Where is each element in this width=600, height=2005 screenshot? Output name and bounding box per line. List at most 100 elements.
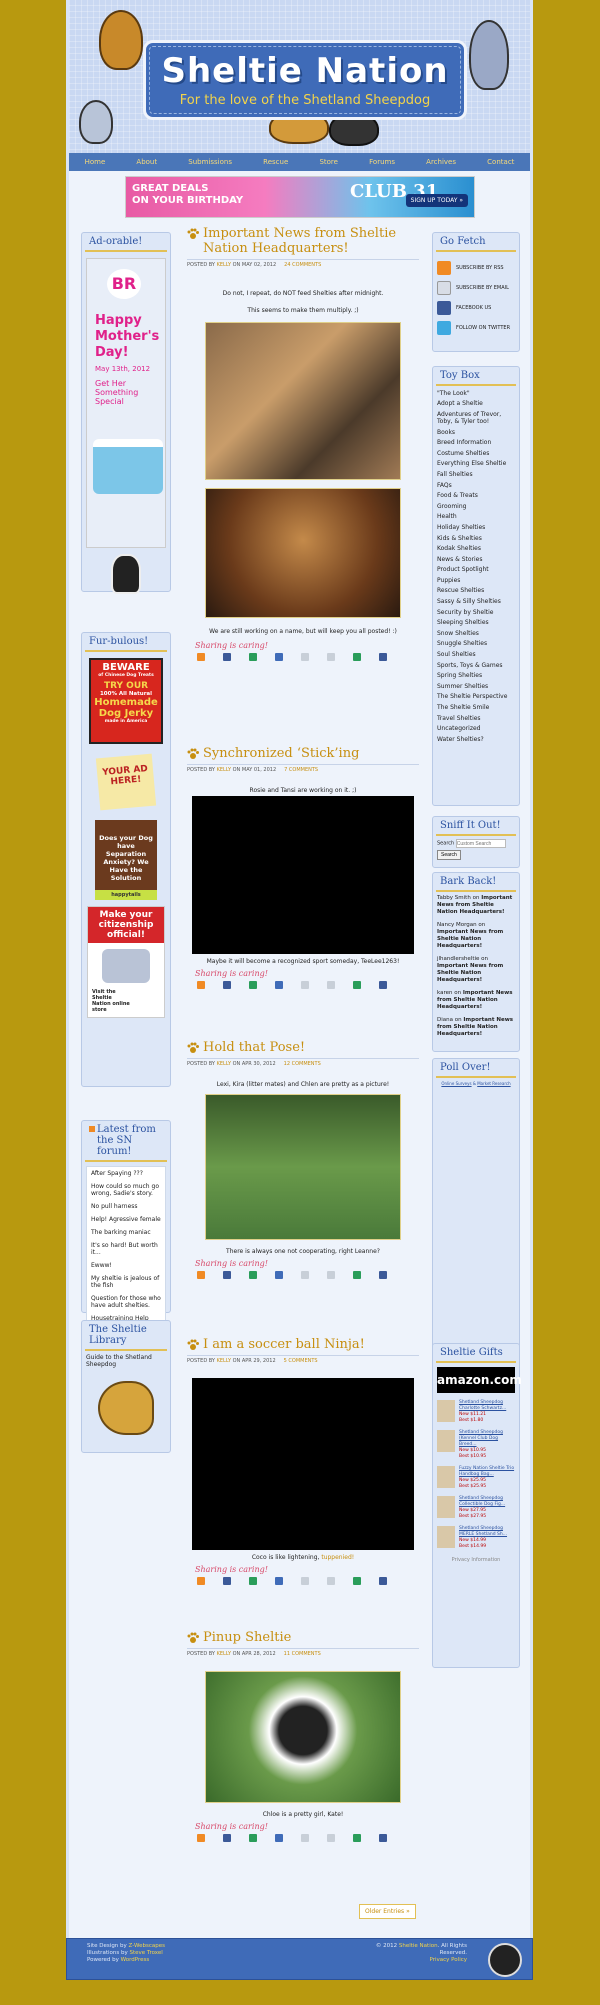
- share-icon[interactable]: [275, 653, 283, 661]
- share-icon[interactable]: [197, 981, 205, 989]
- share-icon[interactable]: [379, 1577, 387, 1585]
- share-icon[interactable]: [379, 981, 387, 989]
- category-link[interactable]: FAQs: [433, 480, 519, 491]
- privacy-information-link[interactable]: Privacy Information: [433, 1557, 519, 1563]
- post-photo[interactable]: [205, 322, 401, 480]
- designer-link[interactable]: Z-Webscapes: [129, 1943, 165, 1949]
- twitter-link[interactable]: FOLLOW ON TWITTER: [433, 318, 519, 338]
- subscribe-email-link[interactable]: SUBSCRIBE BY EMAIL: [433, 278, 519, 298]
- share-icon[interactable]: [197, 653, 205, 661]
- baskin-robbins-ad[interactable]: BR Happy Mother's Day! May 13th, 2012 Ge…: [86, 258, 166, 548]
- search-input[interactable]: [455, 839, 506, 848]
- online-surveys-link[interactable]: Online Surveys: [441, 1081, 471, 1086]
- older-entries-link[interactable]: Older Entries »: [359, 1904, 416, 1919]
- nav-contact[interactable]: Contact: [487, 158, 514, 166]
- post-author[interactable]: KELLY: [217, 767, 231, 773]
- post-title[interactable]: Important News from Sheltie Nation Headq…: [187, 226, 419, 256]
- post-title[interactable]: Synchronized ‘Stick’ing: [187, 746, 419, 761]
- share-icon[interactable]: [275, 981, 283, 989]
- nav-submissions[interactable]: Submissions: [188, 158, 232, 166]
- nav-home[interactable]: Home: [85, 158, 106, 166]
- comment-author[interactable]: jlhandlersheltie: [437, 956, 479, 962]
- share-icon[interactable]: [327, 653, 335, 661]
- list-item[interactable]: Help! Agressive female: [87, 1213, 165, 1226]
- category-link[interactable]: News & Stories: [433, 554, 519, 565]
- product-name[interactable]: Shetland Sheepdog (Kennel Club Dog Breed…: [459, 1430, 515, 1448]
- share-icon[interactable]: [327, 1577, 335, 1585]
- share-icon[interactable]: [249, 1271, 257, 1279]
- category-link[interactable]: Rescue Shelties: [433, 586, 519, 597]
- category-link[interactable]: Product Spotlight: [433, 565, 519, 576]
- share-icon[interactable]: [223, 1834, 231, 1842]
- category-link[interactable]: Snow Shelties: [433, 628, 519, 639]
- comment-author[interactable]: Tabby Smith: [437, 895, 471, 901]
- product-name[interactable]: Fuzzy Nation Sheltie Trio Handbag Bag...: [459, 1466, 515, 1478]
- product-name[interactable]: Shetland Sheepdog Charlotte Schwartz...: [459, 1400, 515, 1412]
- category-link[interactable]: Kids & Shelties: [433, 533, 519, 544]
- share-icon[interactable]: [223, 981, 231, 989]
- post-comments-link[interactable]: 7 COMMENTS: [284, 767, 318, 773]
- list-item[interactable]: After Spaying ???: [87, 1167, 165, 1180]
- share-icon[interactable]: [327, 981, 335, 989]
- post-author[interactable]: KELLY: [217, 1358, 231, 1364]
- category-link[interactable]: Adventures of Trevor, Toby, & Tyler too!: [433, 409, 519, 427]
- category-link[interactable]: Soul Shelties: [433, 649, 519, 660]
- illustrator-link[interactable]: Steve Troxel: [129, 1950, 162, 1956]
- post-link[interactable]: tuppenied!: [321, 1554, 354, 1561]
- post-photo[interactable]: [205, 488, 401, 618]
- comment-post-link[interactable]: Important News from Sheltie Nation Headq…: [437, 929, 503, 949]
- share-icon[interactable]: [353, 1577, 361, 1585]
- share-icon[interactable]: [197, 1834, 205, 1842]
- share-icon[interactable]: [327, 1834, 335, 1842]
- share-icon[interactable]: [353, 981, 361, 989]
- post-comments-link[interactable]: 11 COMMENTS: [284, 1651, 321, 1657]
- market-research-link[interactable]: Market Research: [477, 1081, 510, 1086]
- jerky-ad[interactable]: BEWARE of Chinese Dog Treats TRY OUR 100…: [89, 658, 163, 744]
- category-link[interactable]: Uncategorized: [433, 723, 519, 734]
- category-link[interactable]: Adopt a Sheltie: [433, 399, 519, 410]
- share-icon[interactable]: [223, 1271, 231, 1279]
- video-player[interactable]: [192, 796, 414, 954]
- share-icon[interactable]: [353, 1271, 361, 1279]
- comment-author[interactable]: Nancy Morgan: [437, 922, 477, 928]
- category-link[interactable]: Everything Else Sheltie: [433, 459, 519, 470]
- privacy-policy-link[interactable]: Privacy Policy: [430, 1957, 467, 1963]
- share-icon[interactable]: [223, 653, 231, 661]
- gift-item[interactable]: Shetland Sheepdog (Kennel Club Dog Breed…: [433, 1427, 519, 1463]
- share-icon[interactable]: [223, 1577, 231, 1585]
- post-comments-link[interactable]: 24 COMMENTS: [284, 262, 321, 268]
- category-link[interactable]: Sassy & Silly Shelties: [433, 596, 519, 607]
- nav-forums[interactable]: Forums: [369, 158, 395, 166]
- share-icon[interactable]: [301, 981, 309, 989]
- list-item[interactable]: No pull harness: [87, 1200, 165, 1213]
- category-link[interactable]: Summer Shelties: [433, 681, 519, 692]
- category-link[interactable]: Grooming: [433, 501, 519, 512]
- post-title[interactable]: I am a soccer ball Ninja!: [187, 1337, 419, 1352]
- share-icon[interactable]: [197, 1577, 205, 1585]
- category-link[interactable]: Fall Shelties: [433, 469, 519, 480]
- comment-post-link[interactable]: Important News from Sheltie Nation Headq…: [437, 963, 503, 983]
- share-icon[interactable]: [301, 653, 309, 661]
- category-link[interactable]: Breed Information: [433, 437, 519, 448]
- category-link[interactable]: Spring Shelties: [433, 670, 519, 681]
- category-link[interactable]: Food & Treats: [433, 490, 519, 501]
- product-name[interactable]: Shetland Sheepdog Collectible Dog Fig...: [459, 1496, 515, 1508]
- nav-store[interactable]: Store: [319, 158, 338, 166]
- share-icon[interactable]: [327, 1271, 335, 1279]
- post-author[interactable]: KELLY: [217, 1061, 231, 1067]
- category-link[interactable]: Holiday Shelties: [433, 522, 519, 533]
- post-comments-link[interactable]: 12 COMMENTS: [284, 1061, 321, 1067]
- banner-ad[interactable]: GREAT DEALS ON YOUR BIRTHDAY CLUB 31 SIGN…: [125, 176, 475, 218]
- list-item[interactable]: Question for those who have adult shelti…: [87, 1292, 165, 1312]
- category-link[interactable]: The Sheltie Perspective: [433, 692, 519, 703]
- share-icon[interactable]: [275, 1271, 283, 1279]
- list-item[interactable]: My sheltie is jealous of the fish: [87, 1272, 165, 1292]
- gift-item[interactable]: Fuzzy Nation Sheltie Trio Handbag Bag...…: [433, 1463, 519, 1493]
- category-link[interactable]: The Sheltie Smile: [433, 702, 519, 713]
- share-icon[interactable]: [301, 1577, 309, 1585]
- category-link[interactable]: Snuggle Shelties: [433, 639, 519, 650]
- share-icon[interactable]: [379, 1834, 387, 1842]
- gift-item[interactable]: Shetland Sheepdog MERLE Shetland Sh... Ne…: [433, 1523, 519, 1553]
- category-link[interactable]: Sports, Toys & Games: [433, 660, 519, 671]
- citizenship-ad[interactable]: Make your citizenship official! Visit th…: [87, 906, 165, 1018]
